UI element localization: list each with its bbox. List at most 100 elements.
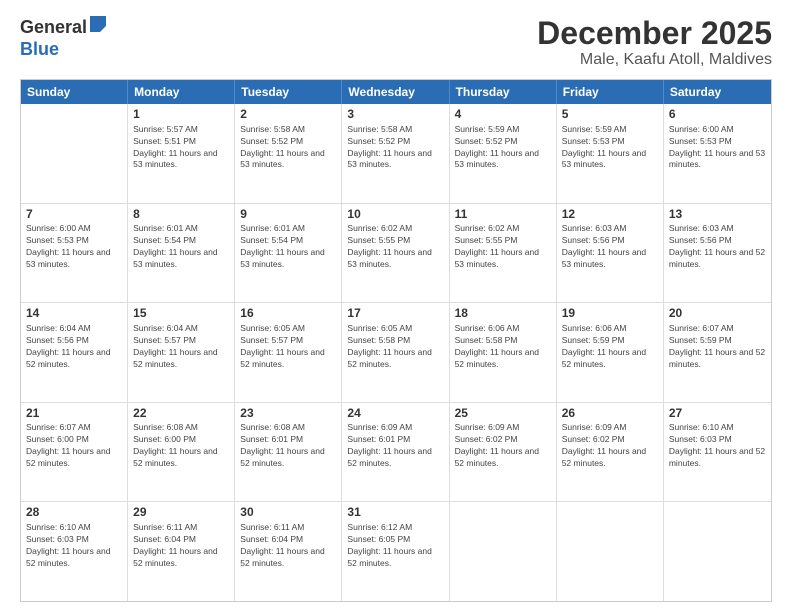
- cal-cell-w3-d3: 16Sunrise: 6:05 AMSunset: 5:57 PMDayligh…: [235, 303, 342, 402]
- logo-blue: Blue: [20, 39, 59, 59]
- cal-cell-w1-d2: 1Sunrise: 5:57 AMSunset: 5:51 PMDaylight…: [128, 104, 235, 203]
- logo-flag-icon: [90, 16, 106, 37]
- cal-cell-w3-d7: 20Sunrise: 6:07 AMSunset: 5:59 PMDayligh…: [664, 303, 771, 402]
- cal-cell-w5-d7: [664, 502, 771, 601]
- cal-cell-w4-d7: 27Sunrise: 6:10 AMSunset: 6:03 PMDayligh…: [664, 403, 771, 502]
- cal-cell-w5-d1: 28Sunrise: 6:10 AMSunset: 6:03 PMDayligh…: [21, 502, 128, 601]
- day-detail: Sunrise: 6:02 AMSunset: 5:55 PMDaylight:…: [347, 223, 431, 269]
- cal-cell-w2-d5: 11Sunrise: 6:02 AMSunset: 5:55 PMDayligh…: [450, 204, 557, 303]
- day-number: 22: [133, 406, 229, 422]
- cal-cell-w2-d3: 9Sunrise: 6:01 AMSunset: 5:54 PMDaylight…: [235, 204, 342, 303]
- day-number: 10: [347, 207, 443, 223]
- day-number: 18: [455, 306, 551, 322]
- cal-cell-w4-d3: 23Sunrise: 6:08 AMSunset: 6:01 PMDayligh…: [235, 403, 342, 502]
- header-monday: Monday: [128, 80, 235, 104]
- day-detail: Sunrise: 6:05 AMSunset: 5:57 PMDaylight:…: [240, 323, 324, 369]
- day-detail: Sunrise: 6:08 AMSunset: 6:00 PMDaylight:…: [133, 422, 217, 468]
- calendar-week-1: 1Sunrise: 5:57 AMSunset: 5:51 PMDaylight…: [21, 104, 771, 204]
- day-number: 6: [669, 107, 766, 123]
- day-number: 26: [562, 406, 658, 422]
- day-detail: Sunrise: 6:01 AMSunset: 5:54 PMDaylight:…: [240, 223, 324, 269]
- page: General Blue December 2025 Male, Kaafu A…: [0, 0, 792, 612]
- header-thursday: Thursday: [450, 80, 557, 104]
- day-detail: Sunrise: 6:07 AMSunset: 6:00 PMDaylight:…: [26, 422, 110, 468]
- calendar-body: 1Sunrise: 5:57 AMSunset: 5:51 PMDaylight…: [21, 104, 771, 601]
- cal-cell-w5-d5: [450, 502, 557, 601]
- cal-cell-w1-d5: 4Sunrise: 5:59 AMSunset: 5:52 PMDaylight…: [450, 104, 557, 203]
- day-number: 17: [347, 306, 443, 322]
- header-wednesday: Wednesday: [342, 80, 449, 104]
- day-number: 7: [26, 207, 122, 223]
- day-number: 11: [455, 207, 551, 223]
- cal-cell-w2-d7: 13Sunrise: 6:03 AMSunset: 5:56 PMDayligh…: [664, 204, 771, 303]
- day-detail: Sunrise: 6:11 AMSunset: 6:04 PMDaylight:…: [133, 522, 217, 568]
- cal-cell-w3-d2: 15Sunrise: 6:04 AMSunset: 5:57 PMDayligh…: [128, 303, 235, 402]
- day-number: 13: [669, 207, 766, 223]
- cal-cell-w5-d3: 30Sunrise: 6:11 AMSunset: 6:04 PMDayligh…: [235, 502, 342, 601]
- day-detail: Sunrise: 6:04 AMSunset: 5:56 PMDaylight:…: [26, 323, 110, 369]
- cal-cell-w4-d1: 21Sunrise: 6:07 AMSunset: 6:00 PMDayligh…: [21, 403, 128, 502]
- day-detail: Sunrise: 5:59 AMSunset: 5:53 PMDaylight:…: [562, 124, 646, 170]
- day-number: 24: [347, 406, 443, 422]
- day-detail: Sunrise: 6:00 AMSunset: 5:53 PMDaylight:…: [669, 124, 765, 170]
- day-number: 16: [240, 306, 336, 322]
- cal-cell-w4-d4: 24Sunrise: 6:09 AMSunset: 6:01 PMDayligh…: [342, 403, 449, 502]
- cal-cell-w1-d7: 6Sunrise: 6:00 AMSunset: 5:53 PMDaylight…: [664, 104, 771, 203]
- day-number: 28: [26, 505, 122, 521]
- day-detail: Sunrise: 6:00 AMSunset: 5:53 PMDaylight:…: [26, 223, 110, 269]
- cal-cell-w1-d3: 2Sunrise: 5:58 AMSunset: 5:52 PMDaylight…: [235, 104, 342, 203]
- day-number: 1: [133, 107, 229, 123]
- cal-cell-w2-d2: 8Sunrise: 6:01 AMSunset: 5:54 PMDaylight…: [128, 204, 235, 303]
- day-detail: Sunrise: 6:08 AMSunset: 6:01 PMDaylight:…: [240, 422, 324, 468]
- day-number: 12: [562, 207, 658, 223]
- day-number: 2: [240, 107, 336, 123]
- calendar-header: Sunday Monday Tuesday Wednesday Thursday…: [21, 80, 771, 104]
- day-detail: Sunrise: 6:06 AMSunset: 5:59 PMDaylight:…: [562, 323, 646, 369]
- cal-cell-w3-d4: 17Sunrise: 6:05 AMSunset: 5:58 PMDayligh…: [342, 303, 449, 402]
- cal-cell-w1-d1: [21, 104, 128, 203]
- day-detail: Sunrise: 5:59 AMSunset: 5:52 PMDaylight:…: [455, 124, 539, 170]
- day-detail: Sunrise: 6:06 AMSunset: 5:58 PMDaylight:…: [455, 323, 539, 369]
- cal-cell-w4-d5: 25Sunrise: 6:09 AMSunset: 6:02 PMDayligh…: [450, 403, 557, 502]
- day-detail: Sunrise: 6:09 AMSunset: 6:02 PMDaylight:…: [455, 422, 539, 468]
- day-number: 4: [455, 107, 551, 123]
- day-number: 9: [240, 207, 336, 223]
- day-detail: Sunrise: 6:03 AMSunset: 5:56 PMDaylight:…: [562, 223, 646, 269]
- main-title: December 2025: [537, 16, 772, 51]
- day-detail: Sunrise: 6:04 AMSunset: 5:57 PMDaylight:…: [133, 323, 217, 369]
- day-detail: Sunrise: 6:01 AMSunset: 5:54 PMDaylight:…: [133, 223, 217, 269]
- header-sunday: Sunday: [21, 80, 128, 104]
- cal-cell-w4-d2: 22Sunrise: 6:08 AMSunset: 6:00 PMDayligh…: [128, 403, 235, 502]
- day-number: 25: [455, 406, 551, 422]
- cal-cell-w5-d2: 29Sunrise: 6:11 AMSunset: 6:04 PMDayligh…: [128, 502, 235, 601]
- day-detail: Sunrise: 5:57 AMSunset: 5:51 PMDaylight:…: [133, 124, 217, 170]
- cal-cell-w5-d4: 31Sunrise: 6:12 AMSunset: 6:05 PMDayligh…: [342, 502, 449, 601]
- day-detail: Sunrise: 6:09 AMSunset: 6:01 PMDaylight:…: [347, 422, 431, 468]
- day-number: 29: [133, 505, 229, 521]
- calendar-week-4: 21Sunrise: 6:07 AMSunset: 6:00 PMDayligh…: [21, 403, 771, 503]
- day-detail: Sunrise: 6:09 AMSunset: 6:02 PMDaylight:…: [562, 422, 646, 468]
- day-detail: Sunrise: 6:12 AMSunset: 6:05 PMDaylight:…: [347, 522, 431, 568]
- cal-cell-w2-d1: 7Sunrise: 6:00 AMSunset: 5:53 PMDaylight…: [21, 204, 128, 303]
- day-detail: Sunrise: 6:02 AMSunset: 5:55 PMDaylight:…: [455, 223, 539, 269]
- day-number: 5: [562, 107, 658, 123]
- day-number: 8: [133, 207, 229, 223]
- cal-cell-w3-d1: 14Sunrise: 6:04 AMSunset: 5:56 PMDayligh…: [21, 303, 128, 402]
- day-detail: Sunrise: 6:10 AMSunset: 6:03 PMDaylight:…: [669, 422, 765, 468]
- cal-cell-w3-d5: 18Sunrise: 6:06 AMSunset: 5:58 PMDayligh…: [450, 303, 557, 402]
- cal-cell-w5-d6: [557, 502, 664, 601]
- calendar-week-5: 28Sunrise: 6:10 AMSunset: 6:03 PMDayligh…: [21, 502, 771, 601]
- cal-cell-w4-d6: 26Sunrise: 6:09 AMSunset: 6:02 PMDayligh…: [557, 403, 664, 502]
- title-section: December 2025 Male, Kaafu Atoll, Maldive…: [537, 16, 772, 69]
- cal-cell-w2-d6: 12Sunrise: 6:03 AMSunset: 5:56 PMDayligh…: [557, 204, 664, 303]
- calendar: Sunday Monday Tuesday Wednesday Thursday…: [20, 79, 772, 602]
- day-number: 20: [669, 306, 766, 322]
- header-tuesday: Tuesday: [235, 80, 342, 104]
- day-number: 31: [347, 505, 443, 521]
- cal-cell-w2-d4: 10Sunrise: 6:02 AMSunset: 5:55 PMDayligh…: [342, 204, 449, 303]
- calendar-week-2: 7Sunrise: 6:00 AMSunset: 5:53 PMDaylight…: [21, 204, 771, 304]
- calendar-week-3: 14Sunrise: 6:04 AMSunset: 5:56 PMDayligh…: [21, 303, 771, 403]
- day-number: 15: [133, 306, 229, 322]
- day-number: 14: [26, 306, 122, 322]
- day-detail: Sunrise: 5:58 AMSunset: 5:52 PMDaylight:…: [347, 124, 431, 170]
